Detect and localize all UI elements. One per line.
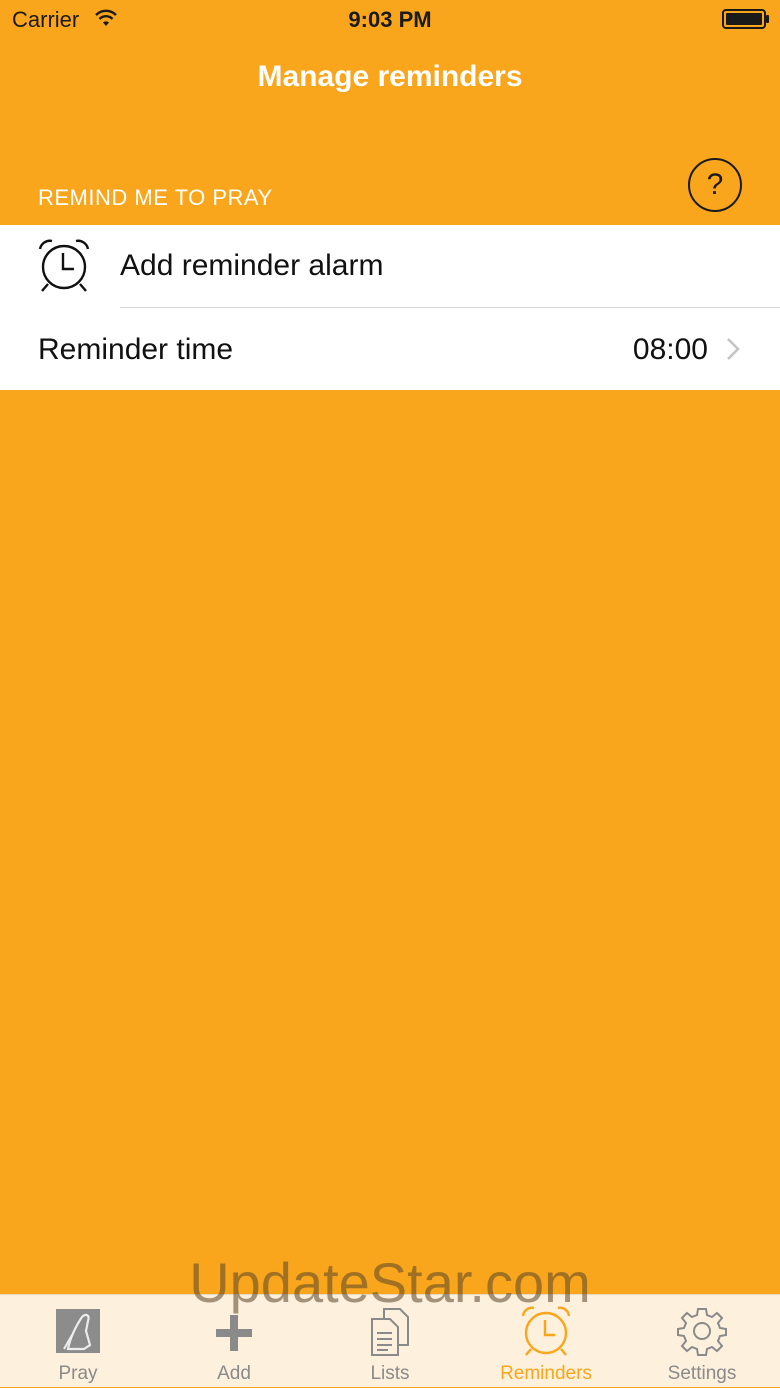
reminders-table: Add reminder alarm Reminder time 08:00 bbox=[0, 225, 780, 390]
help-button[interactable]: ? bbox=[688, 158, 742, 212]
reminder-time-label: Reminder time bbox=[38, 333, 234, 366]
tab-label: Add bbox=[217, 1363, 251, 1384]
status-time: 9:03 PM bbox=[348, 7, 432, 32]
reminder-time-value: 08:00 bbox=[632, 333, 708, 366]
add-reminder-alarm-row[interactable]: Add reminder alarm bbox=[0, 225, 780, 307]
page-title: Manage reminders bbox=[257, 60, 523, 93]
battery-icon bbox=[722, 9, 769, 29]
status-bar: Carrier 9:03 PM bbox=[0, 0, 780, 40]
chevron-right-icon bbox=[727, 338, 740, 360]
tab-label: Settings bbox=[667, 1363, 737, 1384]
add-reminder-alarm-label: Add reminder alarm bbox=[120, 249, 384, 282]
tab-label: Pray bbox=[58, 1363, 98, 1384]
tab-label: Reminders bbox=[500, 1363, 592, 1384]
watermark: UpdateStar.com bbox=[189, 1251, 591, 1314]
reminder-time-row[interactable]: Reminder time 08:00 bbox=[0, 308, 780, 390]
alarm-clock-icon bbox=[38, 239, 90, 292]
section-header: REMIND ME TO PRAY bbox=[38, 185, 273, 210]
tab-label: Lists bbox=[370, 1363, 410, 1384]
question-mark-icon: ? bbox=[706, 168, 724, 201]
